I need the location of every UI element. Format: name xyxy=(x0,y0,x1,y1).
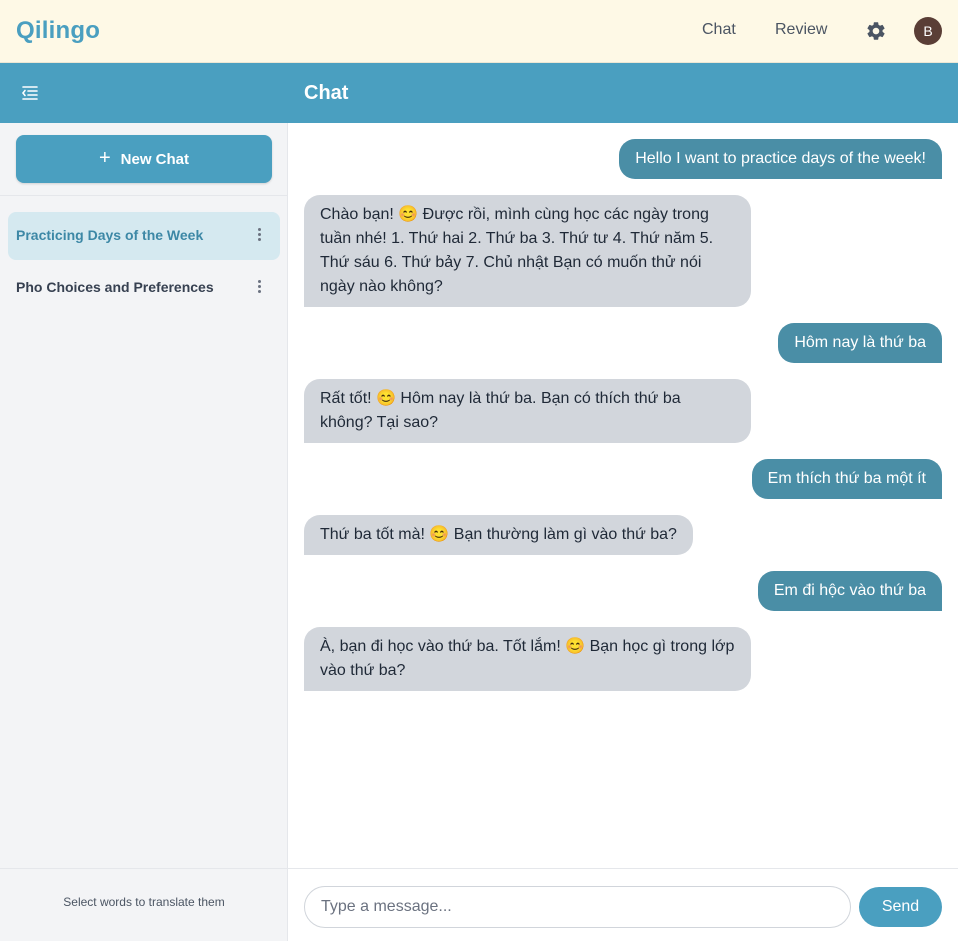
assistant-message: Rất tốt! 😊 Hôm nay là thứ ba. Bạn có thí… xyxy=(304,379,751,443)
assistant-message: Thứ ba tốt mà! 😊 Bạn thường làm gì vào t… xyxy=(304,515,693,555)
conversation-item[interactable]: Practicing Days of the Week xyxy=(8,212,280,260)
page-title: Chat xyxy=(304,82,349,104)
message-input[interactable] xyxy=(304,886,851,928)
app-logo[interactable]: Qilingo xyxy=(16,17,100,45)
conversation-title: Practicing Days of the Week xyxy=(16,227,204,243)
sidebar-divider xyxy=(0,195,288,196)
conversation-item[interactable]: Pho Choices and Preferences xyxy=(8,264,280,312)
plus-icon: + xyxy=(98,147,111,169)
user-message: Hello I want to practice days of the wee… xyxy=(619,139,942,179)
settings-gear-icon[interactable] xyxy=(865,20,887,42)
conversation-title: Pho Choices and Preferences xyxy=(16,279,214,295)
top-bar: Qilingo Chat Review B xyxy=(0,0,958,63)
new-chat-label: New Chat xyxy=(120,150,190,168)
send-button[interactable]: Send xyxy=(859,887,942,927)
nav-review-link[interactable]: Review xyxy=(775,21,827,39)
chat-header: Chat xyxy=(0,63,958,123)
assistant-message: Chào bạn! 😊 Được rồi, mình cùng học các … xyxy=(304,195,751,307)
sidebar: + New Chat Practicing Days of the Week P… xyxy=(0,123,288,941)
user-message: Em thích thứ ba một ít xyxy=(751,459,942,499)
user-message: Hôm nay là thứ ba xyxy=(778,323,942,363)
nav-chat-link[interactable]: Chat xyxy=(702,21,736,39)
user-avatar[interactable]: B xyxy=(914,17,942,45)
sidebar-footer: Select words to translate them xyxy=(0,868,288,941)
sidebar-toggle-icon[interactable] xyxy=(20,83,40,103)
message-composer: Send xyxy=(288,868,958,941)
message-list: Hello I want to practice days of the wee… xyxy=(288,123,958,868)
more-options-icon[interactable] xyxy=(256,226,262,246)
user-message: Em đi hộc vào thứ ba xyxy=(757,571,942,611)
new-chat-button[interactable]: + New Chat xyxy=(16,135,272,183)
more-options-icon[interactable] xyxy=(256,278,262,298)
translate-hint: Select words to translate them xyxy=(63,895,225,909)
assistant-message: À, bạn đi học vào thứ ba. Tốt lắm! 😊 Bạn… xyxy=(304,627,751,691)
